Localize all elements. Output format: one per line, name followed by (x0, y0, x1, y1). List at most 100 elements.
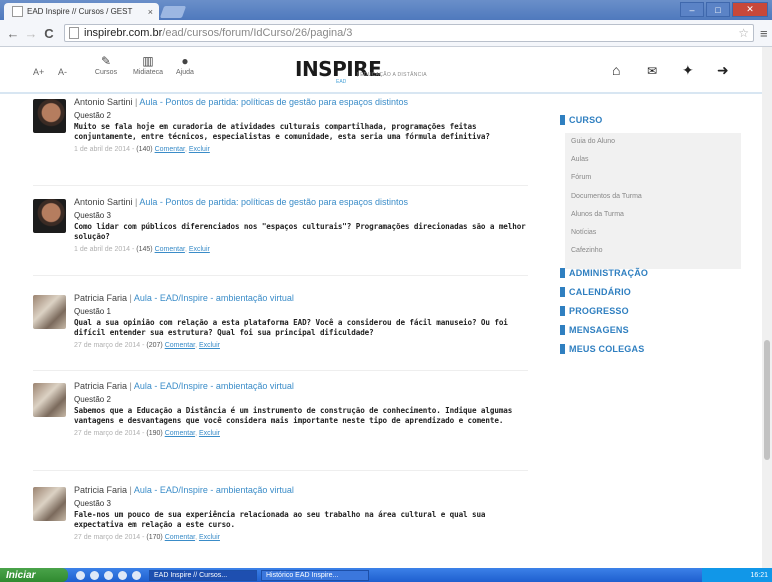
sidebar-curso[interactable]: CURSO (560, 115, 603, 125)
submenu-item[interactable]: Notícias (565, 224, 741, 242)
tool-cursos[interactable]: ✎ Cursos (86, 54, 126, 76)
sidebar-progresso[interactable]: PROGRESSO (560, 306, 629, 316)
sidebar-curso-label: CURSO (569, 115, 603, 125)
scrollbar-track[interactable] (762, 47, 772, 570)
post-lesson-link[interactable]: Aula - EAD/Inspire - ambientação virtual (134, 485, 294, 495)
tool-midiateca[interactable]: ▥ Midiateca (128, 54, 168, 76)
back-icon[interactable]: ← (4, 26, 22, 41)
post-date: 1 de abril de 2014 (74, 246, 131, 253)
font-decrease-button[interactable]: A- (58, 67, 67, 77)
post-date: 27 de março de 2014 (74, 534, 141, 541)
delete-link[interactable]: Excluir (189, 246, 210, 253)
delete-link[interactable]: Excluir (199, 342, 220, 349)
sidebar-administracao[interactable]: ADMINISTRAÇÃO (560, 268, 648, 278)
reload-icon[interactable]: C (40, 26, 58, 41)
help-icon: ● (181, 54, 189, 68)
comment-link[interactable]: Comentar (155, 146, 185, 153)
post-lesson-link[interactable]: Aula - EAD/Inspire - ambientação virtual (134, 381, 294, 391)
delete-link[interactable]: Excluir (199, 430, 220, 437)
delete-link[interactable]: Excluir (199, 534, 220, 541)
avatar[interactable] (33, 383, 66, 417)
section-marker (560, 325, 565, 335)
submenu-item[interactable]: Aulas (565, 151, 741, 169)
sidebar-meus-colegas[interactable]: MEUS COLEGAS (560, 344, 644, 354)
start-button[interactable]: Iniciar (0, 568, 68, 582)
mail-icon[interactable]: ✉ (647, 64, 657, 78)
taskbar-task[interactable]: Histórico EAD Inspire... (261, 569, 369, 581)
divider (33, 275, 528, 276)
post-author-line: Antonio Sartini | Aula - Pontos de parti… (74, 97, 409, 107)
post-author-line: Patricia Faria | Aula - EAD/Inspire - am… (74, 293, 294, 303)
quicklaunch-icon[interactable] (118, 570, 127, 580)
post-author[interactable]: Patricia Faria (74, 485, 127, 495)
logo-tagline: | EDUCAÇÃO A DISTÂNCIA (357, 72, 427, 78)
submenu-item[interactable]: Fórum (565, 169, 741, 187)
post-count: (145) (136, 246, 153, 253)
post-lesson-link[interactable]: Aula - Pontos de partida: políticas de g… (139, 197, 408, 207)
taskbar-task[interactable]: EAD Inspire // Cursos... (149, 569, 257, 581)
quicklaunch-icon[interactable] (76, 570, 85, 580)
section-marker (560, 268, 565, 278)
submenu-item[interactable]: Cafezinho (565, 242, 741, 260)
quicklaunch-icon[interactable] (104, 570, 113, 580)
divider (33, 370, 528, 371)
browser-menu-icon[interactable]: ≡ (760, 26, 768, 41)
post-lesson-link[interactable]: Aula - Pontos de partida: políticas de g… (139, 97, 408, 107)
post-author[interactable]: Patricia Faria (74, 381, 127, 391)
post-author[interactable]: Patricia Faria (74, 293, 127, 303)
post-count: (207) (146, 342, 163, 349)
avatar[interactable] (33, 199, 66, 233)
post-text: Muito se fala hoje em curadoria de ativi… (74, 122, 490, 141)
submenu-item[interactable]: Alunos da Turma (565, 206, 741, 224)
maximize-icon[interactable]: □ (706, 2, 730, 17)
browser-toolbar: ← → C inspirebr.com.br /ead/cursos/forum… (0, 20, 772, 47)
submenu-item[interactable]: Documentos da Turma (565, 188, 741, 206)
post-question: Questão 2 (74, 111, 111, 120)
sidebar-calendario[interactable]: CALENDÁRIO (560, 287, 631, 297)
comment-link[interactable]: Comentar (165, 534, 195, 541)
avatar[interactable] (33, 487, 66, 521)
comment-link[interactable]: Comentar (165, 430, 195, 437)
scrollbar-thumb[interactable] (764, 340, 770, 460)
comment-link[interactable]: Comentar (155, 246, 185, 253)
quicklaunch-icon[interactable] (90, 570, 99, 580)
bookmark-star-icon[interactable]: ☆ (738, 26, 749, 40)
new-tab-button[interactable] (159, 6, 187, 18)
comment-link[interactable]: Comentar (165, 342, 195, 349)
quicklaunch-icon[interactable] (132, 570, 141, 580)
pencil-icon: ✎ (100, 54, 112, 68)
sidebar-mensagens[interactable]: MENSAGENS (560, 325, 629, 335)
tools-icon[interactable]: ✦ (682, 62, 694, 79)
avatar[interactable] (33, 99, 66, 133)
post-count: (170) (146, 534, 163, 541)
minimize-icon[interactable]: – (680, 2, 704, 17)
post-author-line: Patricia Faria | Aula - EAD/Inspire - am… (74, 485, 294, 495)
post-author[interactable]: Antonio Sartini (74, 197, 133, 207)
address-bar[interactable]: inspirebr.com.br /ead/cursos/forum/IdCur… (64, 24, 754, 42)
logout-icon[interactable]: ➜ (717, 62, 729, 79)
post-lesson-link[interactable]: Aula - EAD/Inspire - ambientação virtual (134, 293, 294, 303)
font-increase-button[interactable]: A+ (33, 67, 44, 77)
quick-launch (76, 570, 141, 580)
windows-taskbar: Iniciar EAD Inspire // Cursos... Históri… (0, 568, 772, 582)
browser-tab[interactable]: EAD Inspire // Cursos / GEST × (4, 3, 159, 20)
post-meta: 1 de abril de 2014 - (140) Comentar, Exc… (74, 146, 210, 153)
delete-link[interactable]: Excluir (189, 146, 210, 153)
close-window-icon[interactable]: ✕ (732, 2, 768, 17)
tool-ajuda[interactable]: ● Ajuda (165, 54, 205, 76)
post-date: 1 de abril de 2014 (74, 146, 131, 153)
post-text: Fale-nos um pouco de sua experiência rel… (74, 510, 486, 529)
tab-close-icon[interactable]: × (148, 7, 153, 17)
window-titlebar: EAD Inspire // Cursos / GEST × – □ ✕ (0, 0, 772, 20)
clock[interactable]: 16:21 (750, 572, 768, 579)
page-icon (69, 27, 79, 39)
home-icon[interactable]: ⌂ (612, 62, 620, 78)
section-marker (560, 344, 565, 354)
divider (33, 185, 528, 186)
forward-icon[interactable]: → (22, 26, 40, 41)
submenu-item[interactable]: Guia do Aluno (565, 133, 741, 151)
section-marker (560, 115, 565, 125)
post-author[interactable]: Antonio Sartini (74, 97, 133, 107)
post-question: Questão 1 (74, 307, 111, 316)
avatar[interactable] (33, 295, 66, 329)
